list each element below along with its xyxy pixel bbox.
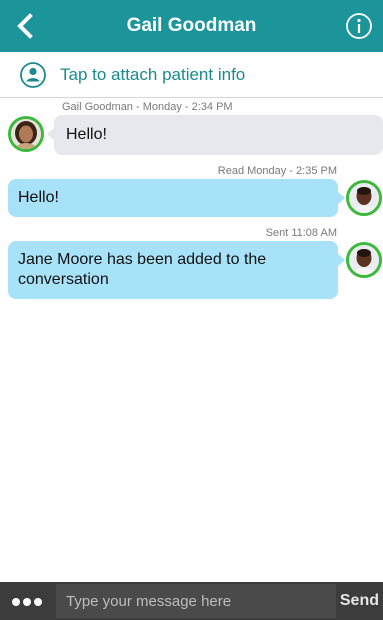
send-button[interactable]: Send <box>340 582 379 620</box>
message-bubble-outgoing[interactable]: Jane Moore has been added to the convers… <box>8 241 345 299</box>
conversation-title: Gail Goodman <box>126 15 257 36</box>
male-avatar-icon <box>349 183 379 213</box>
header-bar: Gail Goodman <box>0 0 383 52</box>
more-options-button[interactable] <box>10 582 48 620</box>
message-bubble-incoming[interactable]: Hello! <box>47 115 383 155</box>
composer-bar: Send <box>0 582 383 620</box>
message-input[interactable] <box>56 584 336 618</box>
message-bubble-outgoing[interactable]: Hello! <box>8 179 345 217</box>
message-meta: Gail Goodman - Monday - 2:34 PM <box>62 101 233 113</box>
female-avatar-icon <box>11 119 41 149</box>
sender-avatar[interactable] <box>346 180 382 216</box>
info-circle-icon <box>346 13 372 39</box>
message-text: Hello! <box>18 189 59 206</box>
sender-avatar[interactable] <box>346 242 382 278</box>
back-button[interactable] <box>12 12 40 40</box>
message-meta: Read Monday - 2:35 PM <box>217 165 337 177</box>
message-text: Jane Moore has been added to the convers… <box>18 251 267 288</box>
sender-avatar[interactable] <box>8 116 44 152</box>
male-avatar-icon <box>349 245 379 275</box>
user-circle-icon <box>20 62 46 88</box>
attach-patient-info-label: Tap to attach patient info <box>60 65 246 84</box>
message-text: Hello! <box>66 126 107 143</box>
chevron-left-icon <box>17 13 33 39</box>
attach-patient-info-button[interactable]: Tap to attach patient info <box>0 52 383 98</box>
info-button[interactable] <box>345 12 373 40</box>
message-meta: Sent 11:08 AM <box>265 227 337 239</box>
message-thread[interactable]: Gail Goodman - Monday - 2:34 PM Hello! R… <box>0 98 383 582</box>
